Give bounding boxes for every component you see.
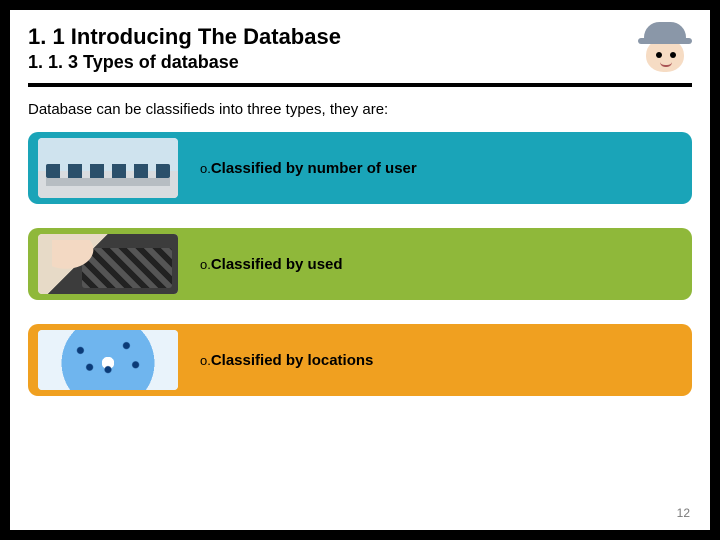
thumbnail-computer-lab (38, 138, 178, 198)
list-item-label: o.Classified by number of user (200, 160, 417, 177)
list-item: o.Classified by number of user (28, 132, 692, 204)
list-item: o.Classified by used (28, 228, 692, 300)
thumbnail-keyboard (38, 234, 178, 294)
subsection-title: 1. 1. 3 Types of database (28, 52, 692, 73)
slide-header: 1. 1 Introducing The Database 1. 1. 3 Ty… (10, 10, 710, 79)
classification-list: o.Classified by number of user o.Classif… (10, 126, 710, 396)
thumbnail-network-globe (38, 330, 178, 390)
list-item-label: o.Classified by used (200, 256, 343, 273)
page-number: 12 (677, 506, 690, 520)
mascot-avatar (638, 22, 692, 78)
slide: 1. 1 Introducing The Database 1. 1. 3 Ty… (10, 10, 710, 530)
section-title: 1. 1 Introducing The Database (28, 24, 692, 50)
intro-text: Database can be classifieds into three t… (10, 87, 710, 126)
list-item-label: o.Classified by locations (200, 352, 373, 369)
list-item: o.Classified by locations (28, 324, 692, 396)
